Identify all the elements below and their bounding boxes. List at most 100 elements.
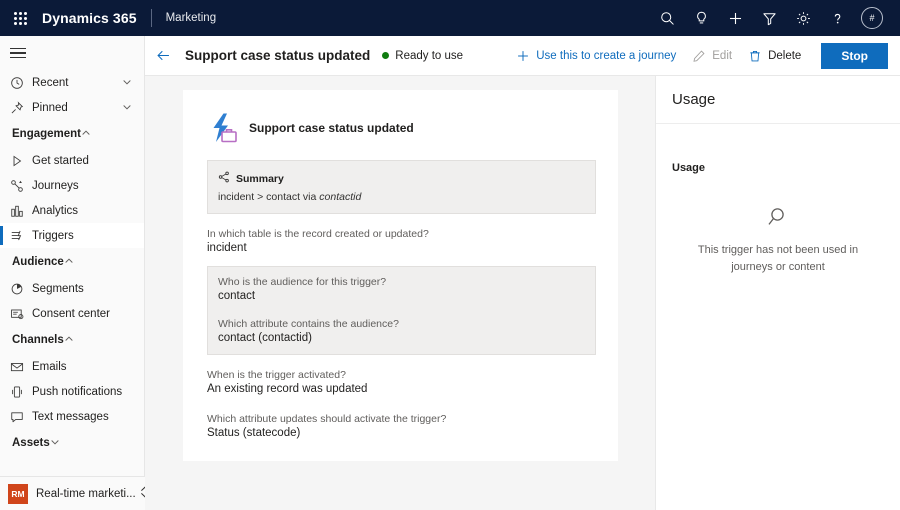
- trash-icon: [748, 49, 762, 63]
- usage-empty-state: This trigger has not been used in journe…: [656, 204, 900, 275]
- sidebar-item-label: Recent: [32, 77, 68, 89]
- consent-icon: [10, 307, 32, 321]
- sidebar-item-consent-center[interactable]: Consent center: [0, 301, 144, 326]
- summary-text-italic: contactid: [319, 191, 361, 203]
- app-name-label: Marketing: [166, 12, 217, 24]
- sidebar-item-recent[interactable]: Recent: [0, 70, 144, 95]
- field-answer: incident: [207, 242, 596, 254]
- field-activation: When is the trigger activated? An existi…: [207, 369, 596, 395]
- app-switcher-label: Real-time marketi...: [36, 488, 136, 500]
- summary-header: Summary: [218, 170, 585, 188]
- card-title: Support case status updated: [249, 121, 414, 135]
- field-question: Which attribute contains the audience?: [218, 318, 585, 330]
- field-question: Who is the audience for this trigger?: [218, 276, 585, 288]
- trigger-icon: [207, 112, 241, 144]
- chevron-up-icon[interactable]: [64, 331, 74, 349]
- magnifier-icon: [678, 204, 878, 230]
- sidebar-item-label: Text messages: [32, 411, 109, 423]
- delete-label: Delete: [768, 50, 801, 62]
- sidebar-item-journeys[interactable]: Journeys: [0, 173, 144, 198]
- chevron-down-icon[interactable]: [122, 99, 132, 117]
- field-answer: contact (contactid): [218, 332, 585, 344]
- sidebar-item-label: Segments: [32, 283, 84, 295]
- share-nodes-icon: [218, 170, 230, 188]
- search-icon[interactable]: [650, 0, 684, 36]
- page-title: Support case status updated: [185, 48, 370, 63]
- sidebar-item-label: Journeys: [32, 180, 79, 192]
- sms-icon: [10, 410, 32, 424]
- gear-icon[interactable]: [786, 0, 820, 36]
- triggers-icon: [10, 229, 32, 243]
- sidebar-item-analytics[interactable]: Analytics: [0, 198, 144, 223]
- plus-icon[interactable]: [718, 0, 752, 36]
- field-table: In which table is the record created or …: [207, 228, 596, 254]
- back-arrow-icon[interactable]: [145, 36, 181, 76]
- edit-button[interactable]: Edit: [684, 42, 740, 70]
- sidebar-item-get-started[interactable]: Get started: [0, 148, 144, 173]
- sidebar-group-channels[interactable]: Channels: [0, 326, 144, 354]
- sidebar-group-assets[interactable]: Assets: [0, 429, 144, 457]
- status-badge: Ready to use: [382, 50, 463, 62]
- journeys-icon: [10, 179, 32, 193]
- sidebar-item-pinned[interactable]: Pinned: [0, 95, 144, 120]
- field-answer: An existing record was updated: [207, 383, 596, 395]
- spacer: [207, 254, 596, 266]
- brand-title: Dynamics 365: [40, 10, 137, 26]
- app-switcher[interactable]: RM Real-time marketi...: [0, 476, 145, 510]
- avatar[interactable]: #: [854, 0, 890, 36]
- sidebar-group-engagement[interactable]: Engagement: [0, 120, 144, 148]
- summary-text-plain: incident > contact via: [218, 191, 319, 203]
- pin-icon: [10, 101, 32, 115]
- create-journey-button[interactable]: Use this to create a journey: [508, 42, 684, 70]
- field-activation-attribute: Which attribute updates should activate …: [207, 413, 596, 439]
- status-label: Ready to use: [395, 50, 463, 62]
- command-bar-actions: Use this to create a journey Edit Delete…: [508, 42, 900, 70]
- sidebar-item-label: Emails: [32, 361, 67, 373]
- app-launcher-icon[interactable]: [0, 0, 40, 36]
- sidebar-item-label: Consent center: [32, 308, 110, 320]
- sidebar-item-text-messages[interactable]: Text messages: [0, 404, 144, 429]
- field-audience: Who is the audience for this trigger? co…: [218, 276, 585, 302]
- push-icon: [10, 385, 32, 399]
- delete-button[interactable]: Delete: [740, 42, 809, 70]
- pencil-icon: [692, 49, 706, 63]
- sidebar-item-triggers[interactable]: Triggers: [0, 223, 144, 248]
- filter-icon[interactable]: [752, 0, 786, 36]
- audience-box: Who is the audience for this trigger? co…: [207, 266, 596, 355]
- usage-panel-header: Usage: [656, 76, 900, 124]
- avatar-initials: #: [861, 7, 883, 29]
- summary-text: incident > contact via contactid: [218, 191, 585, 203]
- app-root: Dynamics 365 Marketing #: [0, 0, 900, 510]
- stop-button[interactable]: Stop: [821, 43, 888, 69]
- main-content: Support case status updated Summary inci…: [145, 76, 656, 510]
- sitemap-toggle-icon[interactable]: [0, 36, 144, 70]
- chevron-up-icon[interactable]: [81, 125, 91, 143]
- trigger-detail-card: Support case status updated Summary inci…: [183, 90, 618, 461]
- top-navigation-bar: Dynamics 365 Marketing #: [0, 0, 900, 36]
- sidebar-item-label: Push notifications: [32, 386, 122, 398]
- lightbulb-icon[interactable]: [684, 0, 718, 36]
- segments-icon: [10, 282, 32, 296]
- sidebar-group-label: Channels: [12, 334, 64, 346]
- chevron-down-icon[interactable]: [50, 434, 60, 452]
- sidebar-item-push-notifications[interactable]: Push notifications: [0, 379, 144, 404]
- sidebar-item-segments[interactable]: Segments: [0, 276, 144, 301]
- topnav-actions: #: [650, 0, 900, 36]
- sidebar-item-label: Get started: [32, 155, 89, 167]
- chevron-up-icon[interactable]: [64, 253, 74, 271]
- usage-section-label: Usage: [656, 124, 900, 174]
- chevron-down-icon[interactable]: [122, 74, 132, 92]
- usage-panel-title: Usage: [672, 91, 715, 108]
- sidebar-item-emails[interactable]: Emails: [0, 354, 144, 379]
- usage-panel: Usage Usage This trigger has not been us…: [656, 76, 900, 510]
- edit-label: Edit: [712, 50, 732, 62]
- create-journey-label: Use this to create a journey: [536, 50, 676, 62]
- field-question: Which attribute updates should activate …: [207, 413, 596, 425]
- plus-icon: [516, 49, 530, 63]
- sidebar-item-label: Analytics: [32, 205, 78, 217]
- sidebar-group-label: Assets: [12, 437, 50, 449]
- field-answer: Status (statecode): [207, 427, 596, 439]
- sidebar-group-audience[interactable]: Audience: [0, 248, 144, 276]
- sidebar-group-label: Audience: [12, 256, 64, 268]
- question-icon[interactable]: [820, 0, 854, 36]
